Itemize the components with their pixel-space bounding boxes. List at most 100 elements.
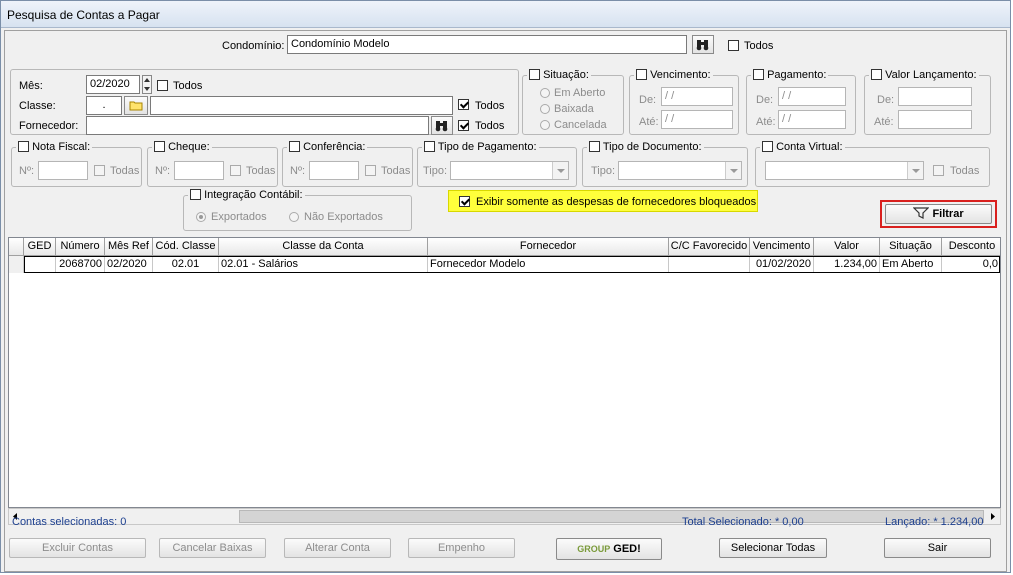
classe-todos-checkbox[interactable]	[458, 99, 469, 110]
integracao-group: Integração Contábil: Exportados Não Expo…	[183, 189, 412, 231]
tipo-pagamento-checkbox[interactable]	[424, 141, 435, 152]
column-header[interactable]: C/C Favorecido	[669, 238, 750, 256]
group-ged-button[interactable]: GROUP GED!	[556, 538, 662, 560]
fornecedor-todos-checkbox[interactable]	[458, 120, 469, 131]
valor-lancamento-title: Valor Lançamento:	[885, 69, 977, 81]
funnel-icon	[912, 207, 930, 219]
mes-todos-label: Todos	[173, 80, 203, 92]
tipo-pagamento-title: Tipo de Pagamento:	[437, 141, 537, 153]
mes-todos-checkbox[interactable]	[157, 80, 168, 91]
situacao-radio-em-aberto[interactable]	[540, 88, 550, 98]
row-indicator-header	[9, 238, 24, 256]
fornecedor-search-button[interactable]	[431, 116, 453, 135]
column-header[interactable]: Fornecedor	[428, 238, 669, 256]
window-title: Pesquisa de Contas a Pagar	[7, 8, 160, 22]
vencimento-de-label: De:	[639, 94, 657, 106]
column-header[interactable]: Desconto	[942, 238, 1000, 256]
integracao-checkbox[interactable]	[190, 189, 201, 200]
tipo-documento-checkbox[interactable]	[589, 141, 600, 152]
situacao-radio-baixada[interactable]	[540, 104, 550, 114]
condominio-todos-checkbox[interactable]	[728, 40, 739, 51]
lancado-text: Lançado: * 1.234,00	[885, 516, 984, 528]
valor-ate-input[interactable]	[898, 110, 972, 129]
nota-fiscal-input[interactable]	[38, 161, 88, 180]
bloqueados-option[interactable]: Exibir somente as despesas de fornecedor…	[448, 190, 758, 212]
tipo-pagamento-select[interactable]	[450, 161, 569, 180]
pagamento-checkbox[interactable]	[753, 69, 764, 80]
column-header[interactable]: Classe da Conta	[219, 238, 428, 256]
column-header[interactable]: Número	[56, 238, 105, 256]
main-window: Pesquisa de Contas a Pagar Condomínio: C…	[0, 0, 1011, 573]
conferencia-todas-checkbox[interactable]	[365, 165, 376, 176]
condominio-input[interactable]: Condomínio Modelo	[287, 35, 687, 54]
valor-lancamento-checkbox[interactable]	[871, 69, 882, 80]
integracao-radio-nao-exportados[interactable]	[289, 212, 299, 222]
fornecedor-input[interactable]	[86, 116, 429, 135]
integracao-radio-exportados[interactable]	[196, 212, 206, 222]
results-grid[interactable]: GED Número Mês Ref Cód. Classe Classe da…	[8, 237, 1001, 508]
integracao-exportados-label: Exportados	[211, 211, 267, 223]
nota-fiscal-todas-checkbox[interactable]	[94, 165, 105, 176]
conta-virtual-group: Conta Virtual: Todas	[755, 141, 990, 187]
column-header[interactable]: Cód. Classe	[153, 238, 219, 256]
tipo-documento-select[interactable]	[618, 161, 742, 180]
valor-de-input[interactable]	[898, 87, 972, 106]
column-header[interactable]: Mês Ref	[105, 238, 153, 256]
scroll-thumb[interactable]	[239, 510, 984, 523]
situacao-radio-cancelada[interactable]	[540, 120, 550, 130]
pagamento-de-input[interactable]: / /	[778, 87, 846, 106]
vencimento-ate-input[interactable]: / /	[661, 110, 733, 129]
classe-name-input[interactable]	[150, 96, 453, 115]
binoculars-icon	[435, 121, 448, 132]
situacao-cancelada-label: Cancelada	[554, 119, 607, 131]
cheque-checkbox[interactable]	[154, 141, 165, 152]
situacao-baixada-label: Baixada	[554, 103, 594, 115]
pagamento-group: Pagamento: De: / / Até: / /	[746, 69, 856, 135]
sair-button[interactable]: Sair	[884, 538, 991, 558]
conferencia-input[interactable]	[309, 161, 359, 180]
excluir-contas-button[interactable]: Excluir Contas	[9, 538, 146, 558]
condominio-search-button[interactable]	[692, 35, 714, 54]
integracao-title: Integração Contábil:	[204, 189, 303, 201]
bloqueados-checkbox[interactable]	[459, 196, 470, 207]
cheque-input[interactable]	[174, 161, 224, 180]
tipo-documento-group: Tipo de Documento: Tipo:	[582, 141, 748, 187]
column-header[interactable]: GED	[24, 238, 56, 256]
vencimento-checkbox[interactable]	[636, 69, 647, 80]
column-header[interactable]: Situação	[880, 238, 942, 256]
filtrar-button[interactable]: Filtrar	[885, 204, 992, 224]
conta-virtual-title: Conta Virtual:	[776, 141, 843, 153]
pagamento-ate-input[interactable]: / /	[778, 110, 846, 129]
pagamento-ate-label: Até:	[756, 116, 776, 128]
horizontal-scrollbar[interactable]	[8, 508, 1001, 525]
nota-fiscal-checkbox[interactable]	[18, 141, 29, 152]
cheque-todas-checkbox[interactable]	[230, 165, 241, 176]
conta-virtual-select[interactable]	[765, 161, 924, 180]
alterar-conta-button[interactable]: Alterar Conta	[284, 538, 391, 558]
situacao-em-aberto-label: Em Aberto	[554, 87, 606, 99]
classe-code-input[interactable]: .	[86, 96, 122, 115]
vencimento-group: Vencimento: De: / / Até: / /	[629, 69, 739, 135]
scroll-right-icon[interactable]	[989, 512, 997, 521]
nota-fiscal-todas-label: Todas	[110, 165, 140, 177]
pagamento-de-label: De:	[756, 94, 774, 106]
contas-selecionadas-text: Contas selecionadas: 0	[12, 516, 127, 528]
content-frame: Condomínio: Condomínio Modelo Todos Mês:…	[4, 30, 1007, 572]
conferencia-checkbox[interactable]	[289, 141, 300, 152]
selecionar-todas-button[interactable]: Selecionar Todas	[719, 538, 827, 558]
mes-spinner[interactable]	[142, 75, 152, 94]
column-header[interactable]: Vencimento	[750, 238, 814, 256]
cheque-todas-label: Todas	[246, 165, 276, 177]
tipo-documento-tipo-label: Tipo:	[591, 165, 616, 177]
classe-folder-button[interactable]	[124, 96, 148, 115]
group-ged-text-b: GED!	[613, 543, 641, 555]
conta-virtual-checkbox[interactable]	[762, 141, 773, 152]
situacao-checkbox[interactable]	[529, 69, 540, 80]
vencimento-de-input[interactable]: / /	[661, 87, 733, 106]
column-header[interactable]: Valor	[814, 238, 880, 256]
mes-input[interactable]: 02/2020	[86, 75, 140, 94]
title-bar: Pesquisa de Contas a Pagar	[1, 1, 1010, 28]
conta-virtual-todas-checkbox[interactable]	[933, 165, 944, 176]
empenho-button[interactable]: Empenho	[408, 538, 515, 558]
cancelar-baixas-button[interactable]: Cancelar Baixas	[159, 538, 266, 558]
